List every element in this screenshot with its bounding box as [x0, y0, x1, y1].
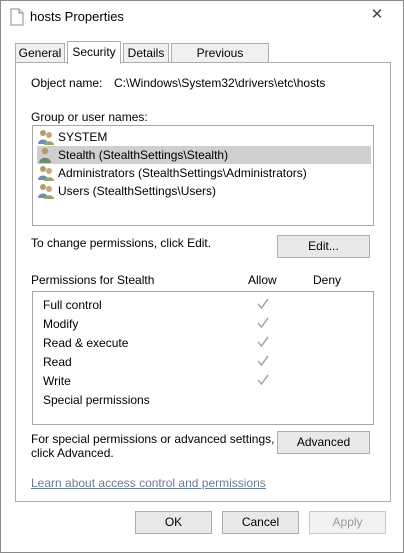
change-permissions-text: To change permissions, click Edit. — [31, 236, 212, 250]
list-item-system[interactable]: SYSTEM — [37, 128, 371, 146]
tab-details[interactable]: Details — [123, 43, 169, 63]
permission-row-full-control: Full control — [43, 296, 363, 315]
edit-button[interactable]: Edit... — [277, 235, 370, 258]
tab-strip: General Security Details Previous Versio… — [15, 41, 395, 78]
learn-access-control-link[interactable]: Learn about access control and permissio… — [31, 476, 266, 490]
permission-row-read-execute: Read & execute — [43, 334, 363, 353]
permission-name: Write — [43, 374, 71, 388]
permission-row-read: Read — [43, 353, 363, 372]
allow-check-icon — [257, 336, 269, 348]
advanced-text-line2: click Advanced. — [31, 446, 114, 460]
user-listbox[interactable]: SYSTEM Stealth (StealthSettings\Stealth)… — [32, 125, 374, 226]
permissions-for-label: Permissions for Stealth — [31, 273, 155, 287]
permission-name: Modify — [43, 317, 79, 331]
list-item-administrators[interactable]: Administrators (StealthSettings\Administ… — [37, 164, 371, 182]
permission-row-write: Write — [43, 372, 363, 391]
title-bar[interactable]: hosts Properties ✕ — [2, 2, 402, 32]
permission-name: Read — [43, 355, 72, 369]
deny-column-header: Deny — [313, 273, 342, 287]
list-item-label: Users (StealthSettings\Users) — [58, 184, 217, 198]
close-button[interactable]: ✕ — [366, 4, 388, 24]
permission-name: Special permissions — [43, 393, 150, 407]
list-item-stealth[interactable]: Stealth (StealthSettings\Stealth) — [37, 146, 371, 164]
tab-previous-versions[interactable]: Previous Versions — [171, 43, 269, 78]
list-item-label: Stealth (StealthSettings\Stealth) — [58, 148, 229, 162]
allow-check-icon — [257, 355, 269, 367]
ok-button[interactable]: OK — [135, 511, 212, 534]
group-users-icon — [38, 130, 54, 145]
allow-check-icon — [257, 317, 269, 329]
object-name-value: C:\Windows\System32\drivers\etc\hosts — [114, 76, 326, 90]
tab-security[interactable]: Security — [67, 41, 121, 64]
list-item-label: Administrators (StealthSettings\Administ… — [58, 166, 307, 180]
allow-column-header: Allow — [248, 273, 277, 287]
list-item-label: SYSTEM — [58, 130, 108, 144]
permission-row-special: Special permissions — [43, 391, 363, 410]
permission-name: Read & execute — [43, 336, 129, 350]
allow-check-icon — [257, 374, 269, 386]
advanced-text-line1: For special permissions or advanced sett… — [31, 432, 275, 446]
allow-check-icon — [257, 298, 269, 310]
properties-dialog: hosts Properties ✕ General Security Deta… — [0, 0, 404, 553]
document-icon — [10, 8, 24, 26]
group-users-icon — [38, 184, 54, 199]
advanced-button[interactable]: Advanced — [277, 431, 370, 454]
group-users-icon — [38, 166, 54, 181]
permission-row-modify: Modify — [43, 315, 363, 334]
apply-button[interactable]: Apply — [309, 511, 386, 534]
cancel-button[interactable]: Cancel — [222, 511, 299, 534]
security-panel: Object name: C:\Windows\System32\drivers… — [15, 62, 391, 502]
permission-name: Full control — [43, 298, 102, 312]
group-or-user-label: Group or user names: — [31, 110, 148, 124]
close-icon: ✕ — [370, 6, 384, 23]
permissions-list: Full control Modify Read & execute Read … — [32, 291, 374, 425]
list-item-users[interactable]: Users (StealthSettings\Users) — [37, 182, 371, 200]
user-icon — [39, 147, 51, 163]
window-title: hosts Properties — [30, 9, 124, 24]
tab-general[interactable]: General — [15, 43, 65, 63]
object-name-label: Object name: — [31, 76, 103, 90]
